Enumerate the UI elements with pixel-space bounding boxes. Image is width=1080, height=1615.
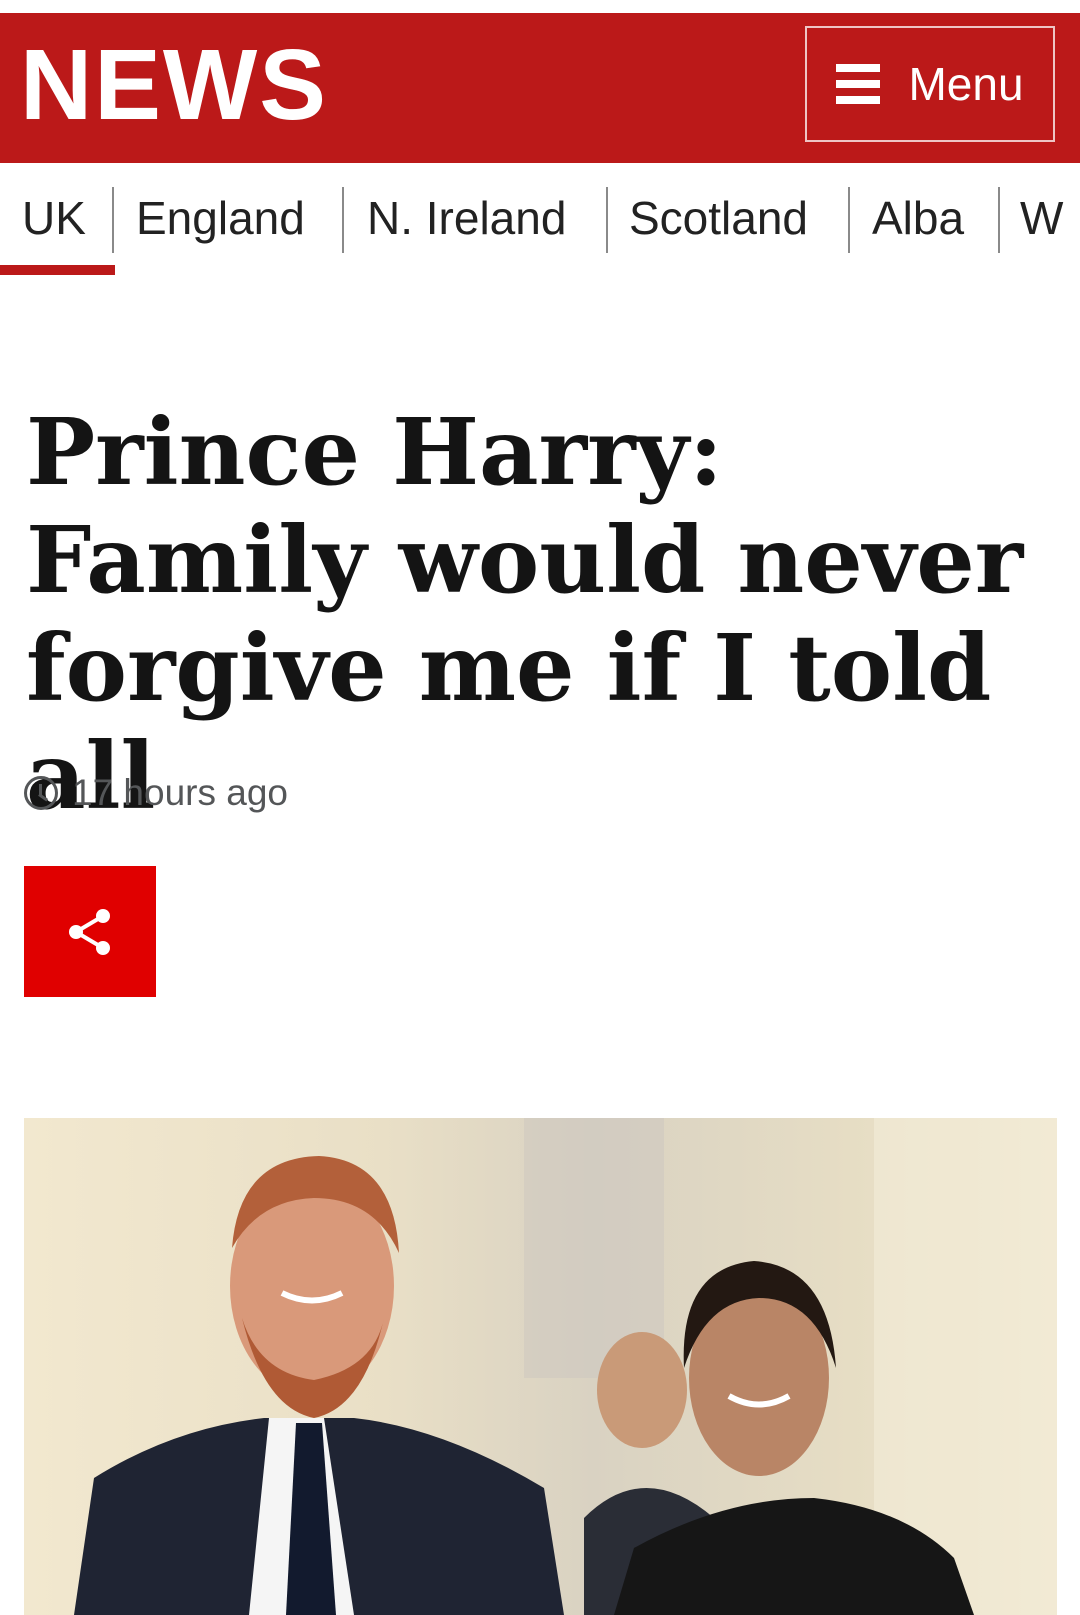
hamburger-icon <box>836 64 881 104</box>
nav-item-alba[interactable]: Alba <box>872 183 964 253</box>
timestamp-text: 17 hours ago <box>72 772 289 813</box>
nav-divider <box>848 187 850 253</box>
hero-image <box>24 1118 1057 1615</box>
article-timestamp: 17 hours ago <box>24 768 288 818</box>
hero-photo <box>24 1118 1057 1615</box>
menu-button[interactable]: Menu <box>805 26 1055 142</box>
menu-label: Menu <box>908 58 1024 110</box>
section-nav: UK England N. Ireland Scotland Alba W <box>0 163 1080 278</box>
nav-divider <box>606 187 608 253</box>
site-header: NEWS Menu <box>0 13 1080 163</box>
article-headline: Prince Harry: Family would never forgive… <box>26 398 1024 830</box>
nav-item-scotland[interactable]: Scotland <box>629 183 808 253</box>
nav-item-uk[interactable]: UK <box>22 183 86 253</box>
clock-icon <box>24 776 58 810</box>
share-button[interactable] <box>24 866 156 997</box>
nav-divider <box>998 187 1000 253</box>
nav-item-england[interactable]: England <box>136 183 305 253</box>
nav-divider <box>342 187 344 253</box>
nav-active-indicator <box>0 265 115 275</box>
nav-divider <box>112 187 114 253</box>
status-strip <box>0 0 1080 13</box>
news-logo[interactable]: NEWS <box>20 35 328 135</box>
share-icon <box>69 908 110 955</box>
nav-item-n-ireland[interactable]: N. Ireland <box>367 183 566 253</box>
nav-item-w[interactable]: W <box>1020 183 1063 253</box>
